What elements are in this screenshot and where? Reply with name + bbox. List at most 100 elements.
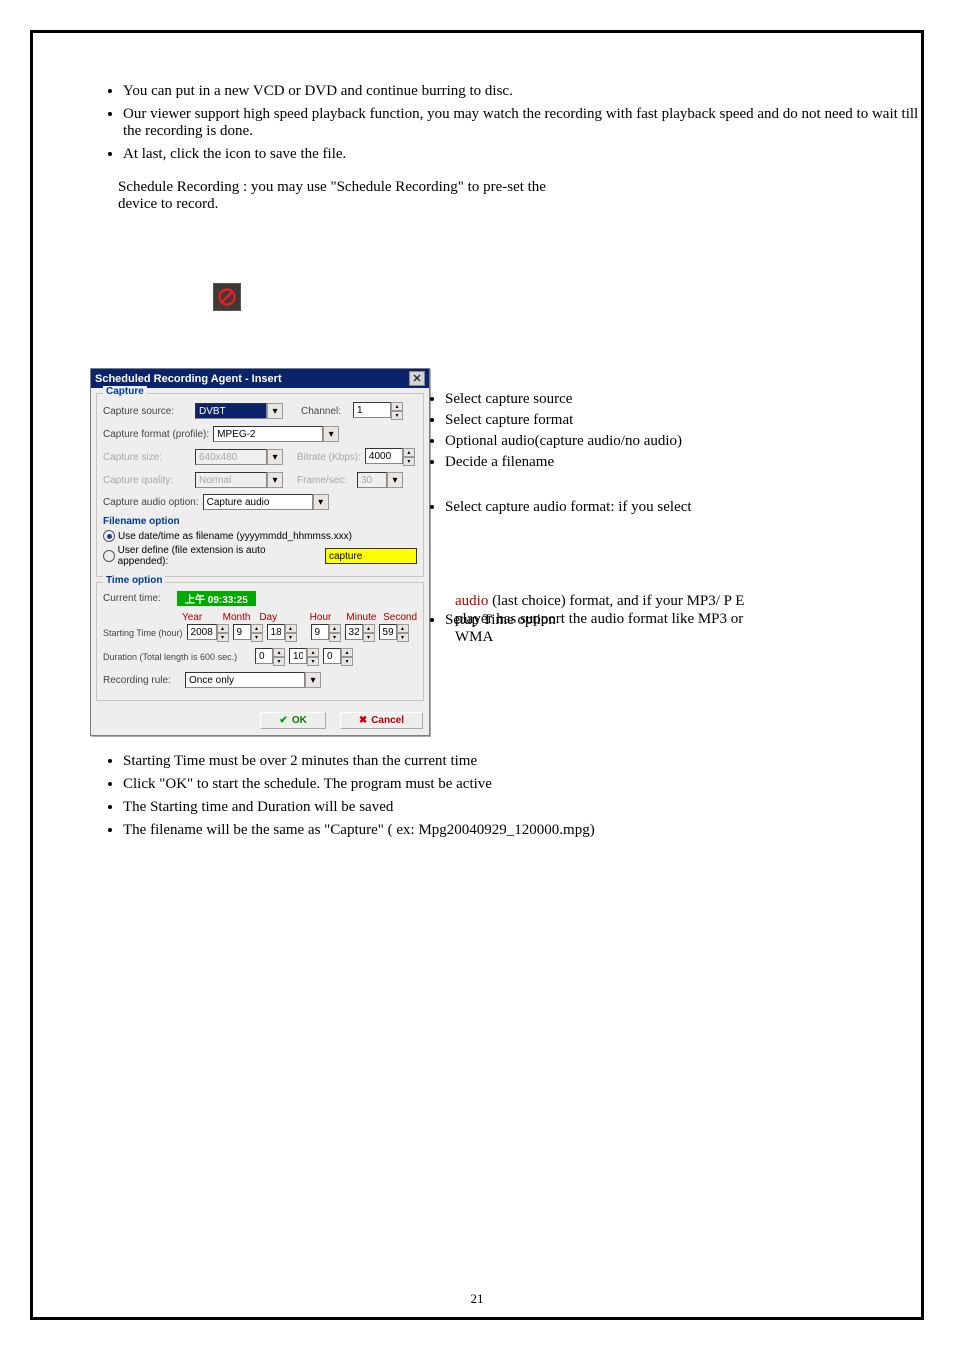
- hour-input[interactable]: [311, 624, 329, 640]
- filename-header: Filename option: [103, 516, 417, 527]
- radio-userdefine-label: User define (file extension is auto appe…: [118, 545, 312, 567]
- bullet-item: Select capture audio format: if you sele…: [445, 499, 692, 516]
- capture-format-combo[interactable]: [213, 426, 323, 442]
- spinner-down-icon[interactable]: ▾: [363, 633, 375, 642]
- spinner-up-icon[interactable]: ▴: [391, 402, 403, 411]
- bullet-item: Select capture format: [445, 412, 692, 429]
- spinner-up-icon[interactable]: ▴: [273, 648, 285, 657]
- bitrate-input[interactable]: [365, 448, 403, 464]
- spinner-down-icon[interactable]: ▾: [273, 657, 285, 666]
- bullet-item: The Starting time and Duration will be s…: [123, 799, 595, 816]
- radio-userdefine[interactable]: User define (file extension is auto appe…: [103, 545, 417, 567]
- bullet-item: Optional audio(capture audio/no audio): [445, 433, 692, 450]
- channel-input[interactable]: [353, 402, 391, 418]
- col-year: Year: [182, 612, 219, 623]
- capture-quality-combo: [195, 472, 267, 488]
- bottom-bullets: Starting Time must be over 2 minutes tha…: [103, 753, 595, 845]
- capture-source-combo[interactable]: [195, 403, 267, 419]
- radio-off-icon: [103, 550, 115, 562]
- spinner-up-icon[interactable]: ▴: [307, 648, 319, 657]
- page-number: 21: [471, 1291, 484, 1307]
- spinner-up-icon[interactable]: ▴: [363, 624, 375, 633]
- chevron-down-icon: ▾: [267, 472, 283, 488]
- schedule-recording-icon[interactable]: [213, 283, 241, 311]
- dur-min-input[interactable]: [289, 648, 307, 664]
- bullet-item: Our viewer support high speed playback f…: [123, 106, 921, 140]
- col-month: Month: [223, 612, 256, 623]
- scheduled-recording-dialog: Scheduled Recording Agent - Insert ✕ Cap…: [90, 368, 430, 736]
- minute-input[interactable]: [345, 624, 363, 640]
- bullet-item: You can put in a new VCD or DVD and cont…: [123, 83, 921, 100]
- second-input[interactable]: [379, 624, 397, 640]
- col-second: Second: [383, 612, 417, 623]
- current-time-value: 上午 09:33:25: [177, 591, 256, 606]
- spinner-up-icon[interactable]: ▴: [285, 624, 297, 633]
- month-input[interactable]: [233, 624, 251, 640]
- schedule-intro: Schedule Recording : you may use "Schedu…: [118, 179, 546, 213]
- bullet-item: The filename will be the same as "Captur…: [123, 822, 595, 839]
- userdefine-filename-input[interactable]: [325, 548, 417, 564]
- spinner-down-icon[interactable]: ▾: [285, 633, 297, 642]
- col-minute: Minute: [346, 612, 379, 623]
- cancel-button[interactable]: ✖Cancel: [340, 712, 423, 729]
- dur-sec-input[interactable]: [323, 648, 341, 664]
- spinner-up-icon[interactable]: ▴: [397, 624, 409, 633]
- audio-line-3: WMA: [455, 629, 493, 646]
- label-source: Capture source:: [103, 406, 191, 417]
- radio-datetime-label: Use date/time as filename (yyyymmdd_hhmm…: [118, 531, 352, 542]
- chevron-down-icon: ▾: [387, 472, 403, 488]
- spinner-down-icon[interactable]: ▾: [217, 633, 229, 642]
- time-option-group: Time option Current time: 上午 09:33:25 Ye…: [96, 582, 424, 701]
- capture-audio-combo[interactable]: [203, 494, 313, 510]
- ok-button[interactable]: ✔OK: [260, 712, 325, 729]
- spinner-up-icon[interactable]: ▴: [329, 624, 341, 633]
- chevron-down-icon[interactable]: ▾: [313, 494, 329, 510]
- label-audio: Capture audio option:: [103, 497, 199, 508]
- frames-input: [357, 472, 387, 488]
- chevron-down-icon[interactable]: ▾: [267, 403, 283, 419]
- audio-line-2: player has support the audio format like…: [455, 611, 743, 628]
- recording-rule-combo[interactable]: [185, 672, 305, 688]
- col-hour: Hour: [310, 612, 343, 623]
- bullet-item: Click "OK" to start the schedule. The pr…: [123, 776, 595, 793]
- dialog-title: Scheduled Recording Agent - Insert: [95, 373, 282, 385]
- schedule-line2: device to record.: [118, 196, 218, 212]
- schedule-line: Schedule Recording : you may use "Schedu…: [118, 179, 546, 195]
- label-profile: Capture format (profile):: [103, 429, 209, 440]
- label-channel: Channel:: [301, 406, 349, 417]
- label-recording-rule: Recording rule:: [103, 675, 181, 686]
- capture-group-title: Capture: [103, 386, 147, 397]
- label-bitrate: Bitrate (Kbps):: [297, 452, 361, 463]
- spinner-down-icon[interactable]: ▾: [307, 657, 319, 666]
- spinner-up-icon[interactable]: ▴: [403, 448, 415, 457]
- bullet-item: Select capture source: [445, 391, 692, 408]
- spinner-down-icon[interactable]: ▾: [341, 657, 353, 666]
- col-day: Day: [259, 612, 292, 623]
- spinner-down-icon[interactable]: ▾: [397, 633, 409, 642]
- top-bullets: You can put in a new VCD or DVD and cont…: [103, 83, 921, 169]
- capture-group: Capture Capture source: ▾ Channel: ▴▾ Ca…: [96, 393, 424, 577]
- radio-datetime[interactable]: Use date/time as filename (yyyymmdd_hhmm…: [103, 530, 417, 542]
- chevron-down-icon[interactable]: ▾: [305, 672, 321, 688]
- spinner-down-icon[interactable]: ▾: [391, 411, 403, 420]
- spinner-up-icon[interactable]: ▴: [251, 624, 263, 633]
- dur-hour-input[interactable]: [255, 648, 273, 664]
- spinner-down-icon[interactable]: ▾: [329, 633, 341, 642]
- spinner-down-icon[interactable]: ▾: [251, 633, 263, 642]
- audio-line-1: audio (last choice) format, and if your …: [455, 593, 744, 610]
- capture-size-combo: [195, 449, 267, 465]
- close-icon[interactable]: ✕: [409, 371, 425, 386]
- label-duration: Duration (Total length is 600 sec.): [103, 652, 251, 662]
- time-option-title: Time option: [103, 575, 165, 586]
- chevron-down-icon[interactable]: ▾: [323, 426, 339, 442]
- label-size: Capture size:: [103, 452, 191, 463]
- bullet-item: Starting Time must be over 2 minutes tha…: [123, 753, 595, 770]
- label-current-time: Current time:: [103, 593, 173, 604]
- spinner-down-icon[interactable]: ▾: [403, 457, 415, 466]
- year-input[interactable]: [187, 624, 217, 640]
- spinner-up-icon[interactable]: ▴: [341, 648, 353, 657]
- spinner-up-icon[interactable]: ▴: [217, 624, 229, 633]
- bullet-item: Decide a filename: [445, 454, 692, 471]
- radio-on-icon: [103, 530, 115, 542]
- day-input[interactable]: [267, 624, 285, 640]
